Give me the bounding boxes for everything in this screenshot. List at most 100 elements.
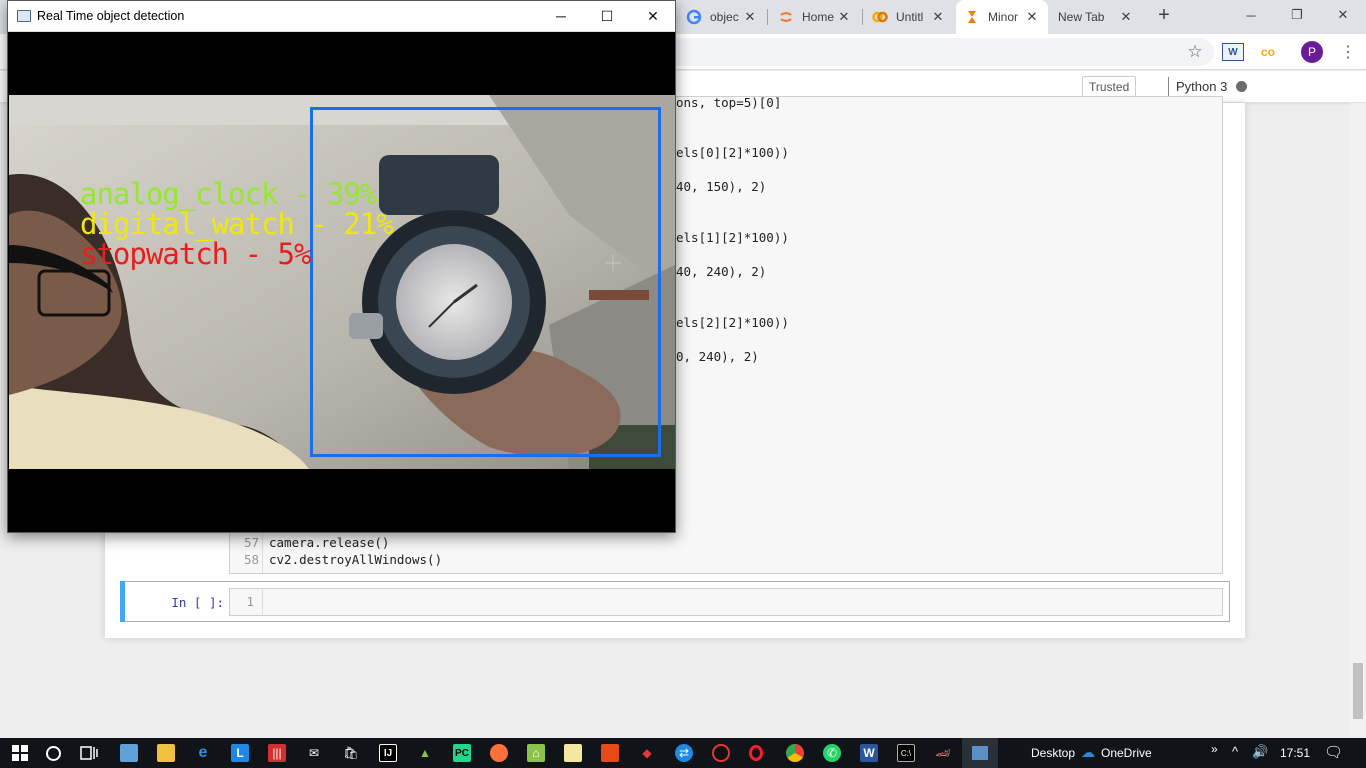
window-minimize-button[interactable]: ─ xyxy=(538,1,584,31)
google-icon xyxy=(686,9,702,25)
detection-label-1: analog_clock - 39% xyxy=(80,177,377,211)
tab-label: Untitl xyxy=(896,10,924,24)
3d-objects-icon[interactable] xyxy=(120,744,138,762)
tab-separator xyxy=(767,9,768,25)
cortana-search-icon[interactable] xyxy=(46,746,61,761)
word-extension-icon[interactable]: W xyxy=(1222,43,1244,61)
code-fragment: 0, 240), 2) xyxy=(676,349,759,364)
intellij-icon[interactable]: IJ xyxy=(379,744,397,762)
jupyter-icon xyxy=(778,9,794,25)
detection-label-3: stopwatch - 5% xyxy=(80,237,311,271)
pycharm-icon[interactable]: PC xyxy=(453,744,471,762)
android-studio-icon[interactable]: ▲ xyxy=(416,744,434,762)
code-fragment: 40, 240), 2) xyxy=(676,264,767,279)
minimize-button[interactable]: ─ xyxy=(1228,0,1274,30)
detection-label-2: digital_watch - 21% xyxy=(80,207,394,241)
word-icon[interactable]: W xyxy=(860,744,878,762)
desktop-toolbar-label[interactable]: Desktop xyxy=(1031,746,1075,760)
tab-close-icon[interactable]: ✕ xyxy=(1024,9,1040,25)
kernel-name[interactable]: Python 3 xyxy=(1176,79,1227,94)
address-bar[interactable] xyxy=(640,38,1214,66)
cell-input[interactable]: 1 xyxy=(229,588,1223,616)
toolbar-overflow-icon[interactable]: » xyxy=(1211,742,1218,756)
camera-frame: analog_clock - 39% digital_watch - 21% s… xyxy=(9,95,675,469)
store-icon[interactable]: 🛍 xyxy=(342,744,360,762)
app-red-icon[interactable]: ||| xyxy=(268,744,286,762)
firefox-icon[interactable] xyxy=(490,744,508,762)
close-button[interactable]: ✕ xyxy=(1320,0,1366,30)
cell-prompt: In [ ]: xyxy=(171,595,224,610)
tab-label: objec xyxy=(710,10,739,24)
bookmark-star-icon[interactable]: ☆ xyxy=(1183,40,1207,64)
tab-label: Home xyxy=(802,10,835,24)
code-fragment: ons, top=5)[0] xyxy=(676,95,782,110)
app-green-icon[interactable]: ⌂ xyxy=(527,744,545,762)
code-line: camera.release() xyxy=(269,535,390,550)
code-fragment: els[1][2]*100)) xyxy=(676,230,789,245)
code-fragment: els[0][2]*100)) xyxy=(676,145,789,160)
kernel-status-icon xyxy=(1236,81,1247,92)
chrome-icon[interactable] xyxy=(786,744,804,762)
window-icon xyxy=(17,10,31,22)
mail-icon[interactable]: ✉ xyxy=(305,744,323,762)
scrollbar-thumb[interactable] xyxy=(1353,663,1363,719)
windows-taskbar: e L ||| ✉ 🛍 IJ ▲ PC ⌂ ◆ ⇄ ✆ W C:\ 🏎 Desk… xyxy=(0,738,1366,768)
tab-separator xyxy=(862,9,863,25)
new-tab-button[interactable]: + xyxy=(1146,0,1182,30)
tab-close-icon[interactable]: ✕ xyxy=(836,9,852,25)
chevron-up-icon[interactable]: ^ xyxy=(1232,744,1238,759)
clock[interactable]: 17:51 xyxy=(1280,746,1310,760)
tab-close-icon[interactable]: ✕ xyxy=(1118,9,1134,25)
opencv-window[interactable]: Real Time object detection ─ ☐ ✕ analog_… xyxy=(7,0,676,533)
window-close-button[interactable]: ✕ xyxy=(630,1,676,31)
desktop-screen: { "browser": { "tabs": [ {"label": "obje… xyxy=(0,0,1366,768)
teamviewer-icon[interactable]: ⇄ xyxy=(675,744,693,762)
opencv-titlebar[interactable]: Real Time object detection ─ ☐ ✕ xyxy=(8,1,675,32)
notifications-icon[interactable]: 🗨 xyxy=(1324,743,1343,761)
opera-icon[interactable] xyxy=(749,745,763,761)
window-title: Real Time object detection xyxy=(37,9,185,23)
tab-close-icon[interactable]: ✕ xyxy=(742,9,758,25)
detection-bounding-box xyxy=(310,107,661,457)
hourglass-icon xyxy=(964,9,980,25)
tab-new-tab[interactable]: New Tab ✕ xyxy=(1050,0,1142,34)
trusted-indicator[interactable]: Trusted xyxy=(1082,76,1137,98)
tab-colab[interactable]: Untitl ✕ xyxy=(864,0,954,34)
app-car-icon[interactable]: 🏎 xyxy=(934,744,952,762)
onedrive-label[interactable]: OneDrive xyxy=(1101,746,1152,760)
code-fragment: els[2][2]*100)) xyxy=(676,315,789,330)
onedrive-icon[interactable]: ☁ xyxy=(1081,744,1095,761)
tab-google[interactable]: objec ✕ xyxy=(678,0,766,34)
menu-icon[interactable]: ⋮ xyxy=(1336,40,1360,64)
restore-button[interactable]: ❐ xyxy=(1274,0,1320,30)
notepad-icon[interactable] xyxy=(564,744,582,762)
windows-start-icon[interactable] xyxy=(11,744,29,762)
tab-jupyter-home[interactable]: Home ✕ xyxy=(770,0,860,34)
tab-minor-active[interactable]: Minor ✕ xyxy=(956,0,1048,34)
code-line: cv2.destroyAllWindows() xyxy=(269,552,443,567)
office-icon[interactable] xyxy=(601,744,619,762)
task-view-icon[interactable] xyxy=(80,744,98,762)
whatsapp-icon[interactable]: ✆ xyxy=(823,744,841,762)
python-app-active-icon[interactable] xyxy=(962,738,998,768)
tab-label: New Tab xyxy=(1058,10,1105,24)
profile-avatar[interactable]: P xyxy=(1301,41,1323,63)
app-ring-icon[interactable] xyxy=(712,744,730,762)
window-maximize-button[interactable]: ☐ xyxy=(584,1,630,31)
launcher-l-icon[interactable]: L xyxy=(231,744,249,762)
command-prompt-icon[interactable]: C:\ xyxy=(897,744,915,762)
colab-icon xyxy=(872,9,888,25)
app-diamond-icon[interactable]: ◆ xyxy=(638,744,656,762)
code-fragment: 40, 150), 2) xyxy=(676,179,767,194)
page-scrollbar[interactable] xyxy=(1350,103,1366,735)
line-number: 1 xyxy=(230,589,263,615)
file-explorer-icon[interactable] xyxy=(157,744,175,762)
line-number: 58 xyxy=(243,552,259,567)
tab-close-icon[interactable]: ✕ xyxy=(930,9,946,25)
edge-icon[interactable]: e xyxy=(194,744,212,762)
line-number: 57 xyxy=(243,535,259,550)
divider xyxy=(1168,77,1169,97)
volume-icon[interactable]: 🔊 xyxy=(1252,744,1268,760)
tab-label: Minor xyxy=(988,10,1019,24)
colab-extension-icon[interactable]: co xyxy=(1256,40,1280,64)
